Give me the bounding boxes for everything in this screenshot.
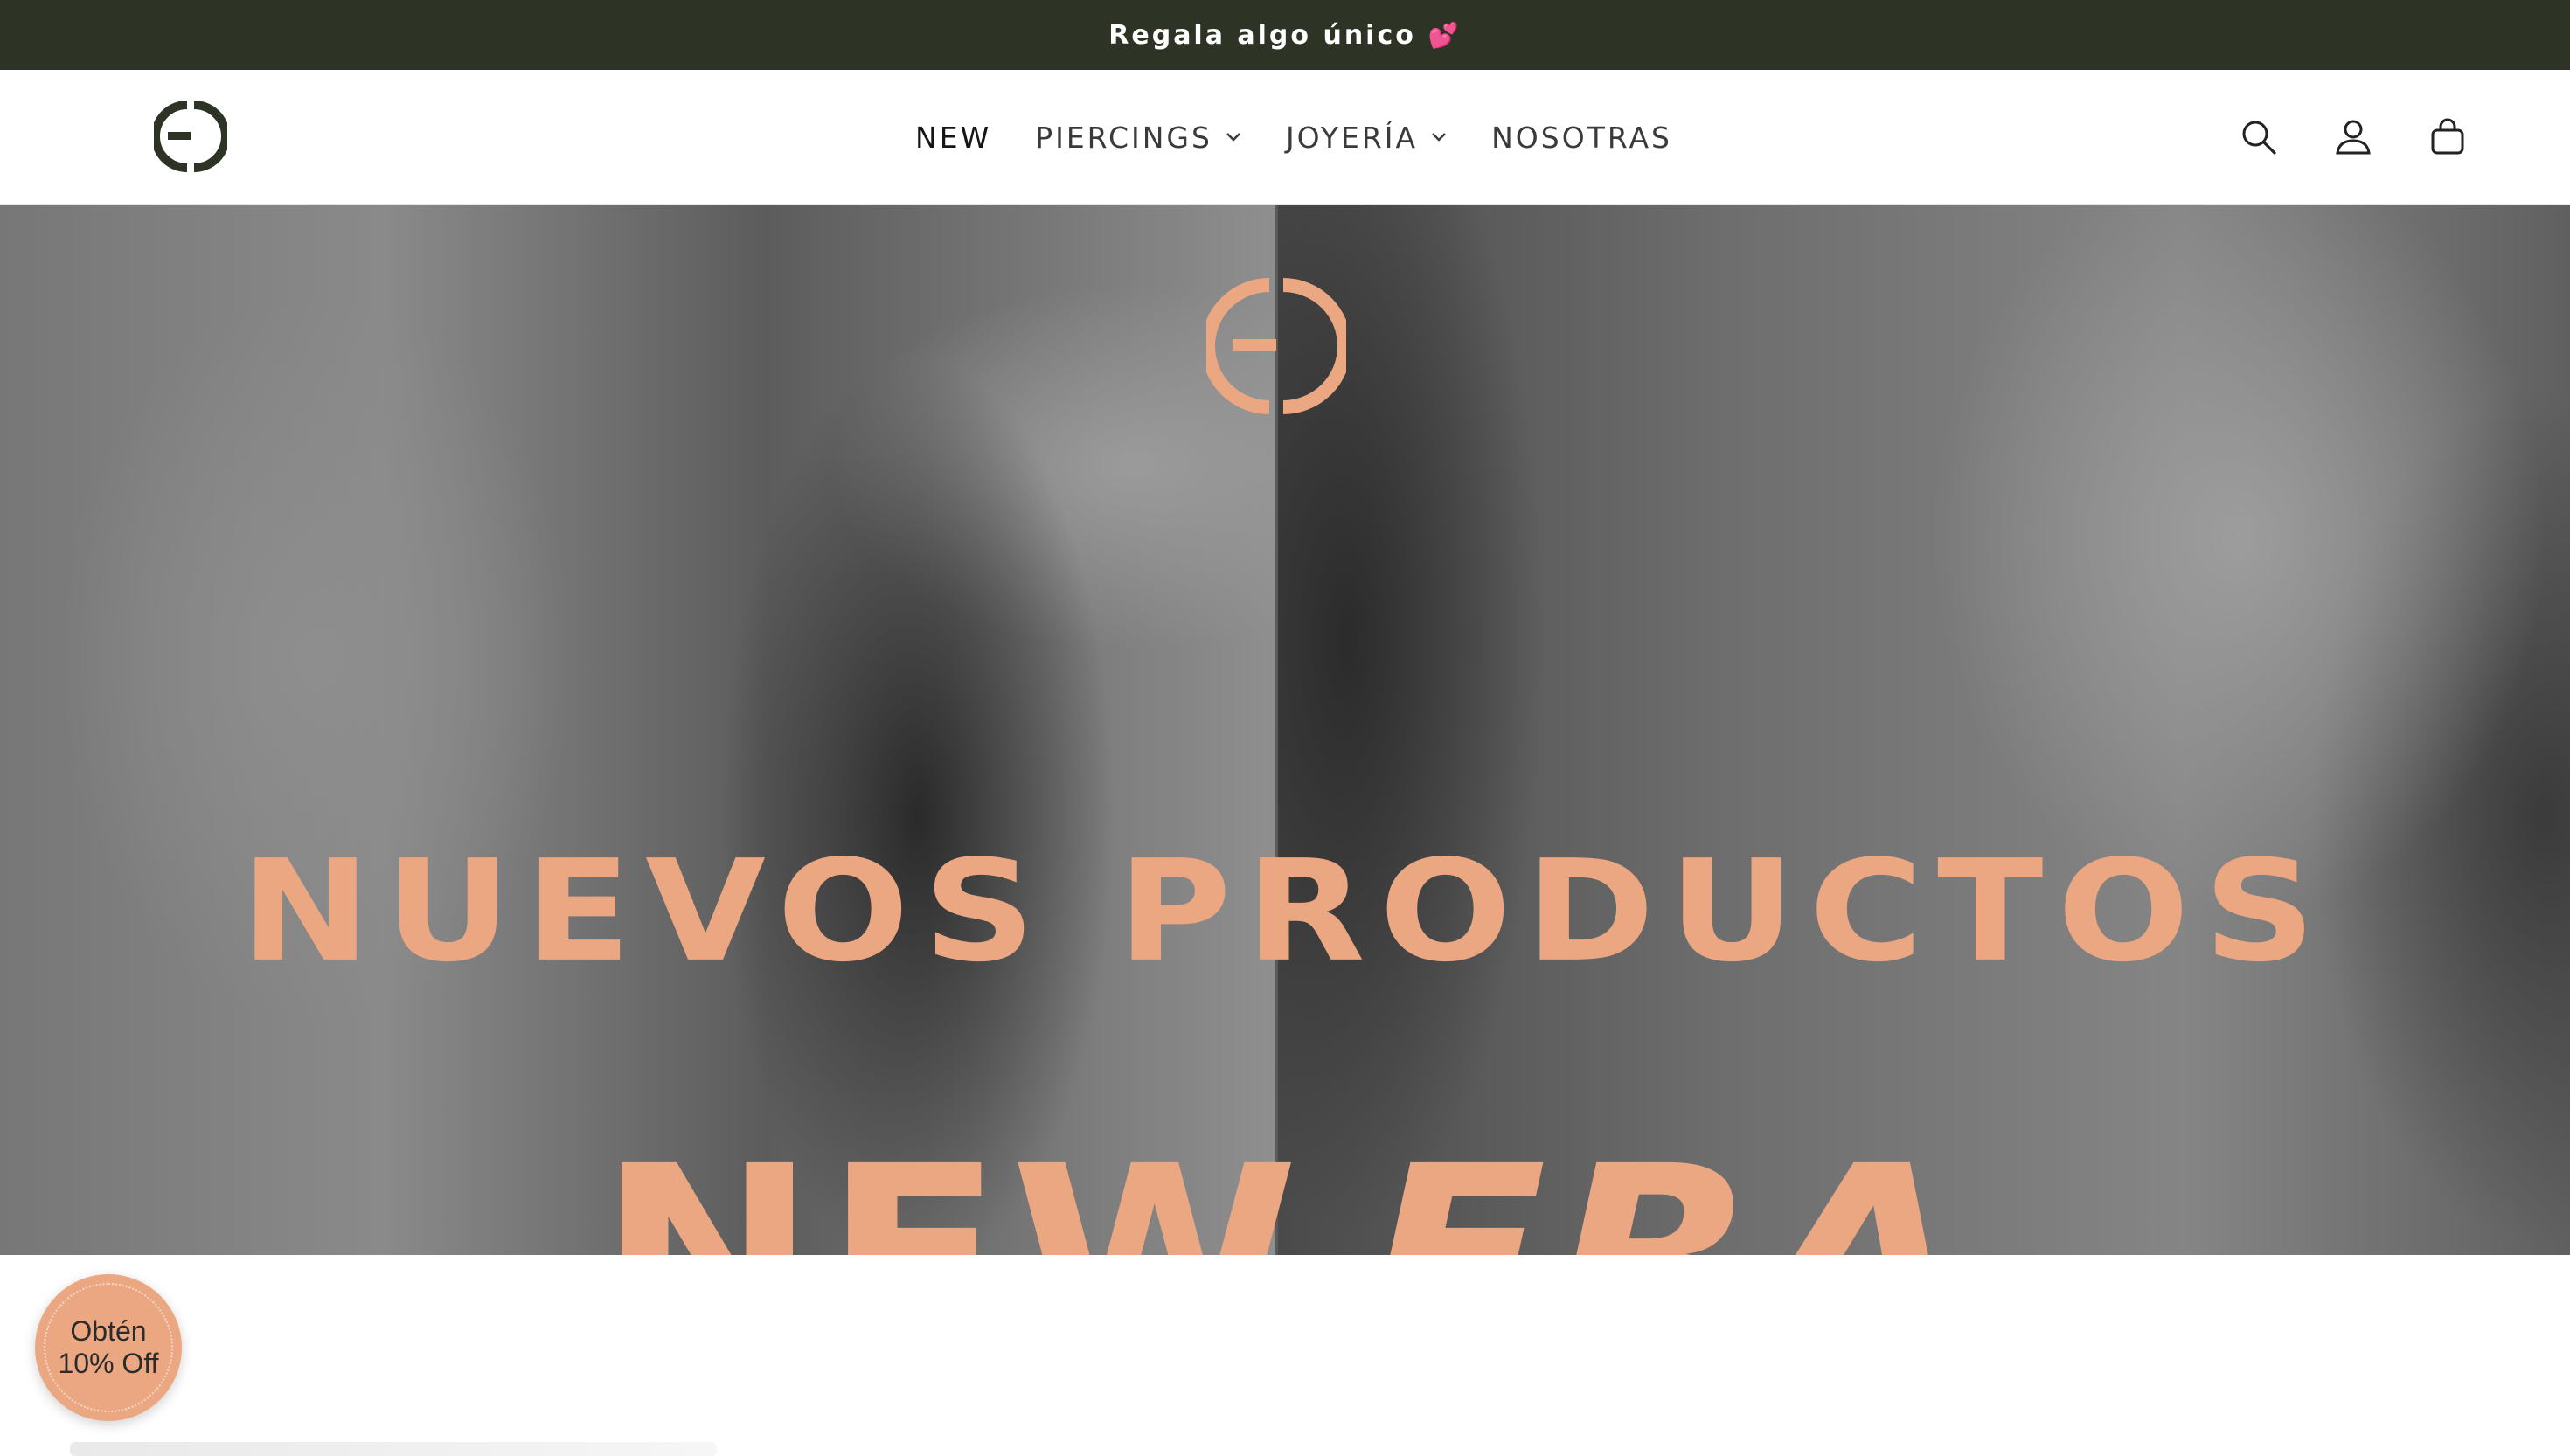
- hero-banner[interactable]: NUEVOS PRODUCTOS NEW ERA: [0, 205, 2570, 1255]
- hero-photo-right: [1277, 205, 2570, 1255]
- nav-item-label: NEW: [915, 120, 992, 155]
- heart-emoji: 💕: [1427, 20, 1462, 50]
- announcement-bar: Regala algo único 💕: [0, 0, 2570, 70]
- nav-item-piercings[interactable]: PIERCINGS: [1035, 121, 1242, 155]
- badge-line-1: Obtén: [70, 1315, 147, 1348]
- main-nav: NEW PIERCINGS JOYERÍA NOSOTRAS: [0, 70, 2570, 205]
- site-header: NEW PIERCINGS JOYERÍA NOSOTRAS: [0, 70, 2570, 205]
- brand-logo-icon[interactable]: [151, 100, 230, 173]
- badge-line-2: 10% Off: [58, 1348, 159, 1379]
- discount-badge[interactable]: Obtén 10% Off: [35, 1274, 182, 1421]
- hero-subtitle-regular: NEW: [597, 1115, 1307, 1255]
- announcement-text: Regala algo único: [1108, 19, 1416, 51]
- cart-icon[interactable]: [2421, 111, 2474, 163]
- nav-item-new[interactable]: NEW: [915, 121, 991, 155]
- nav-item-label: JOYERÍA: [1285, 120, 1419, 155]
- hero-brand-logo-icon: [1201, 276, 1351, 416]
- hero-photo-left: [0, 205, 1277, 1255]
- section-heading-partial: [70, 1442, 717, 1456]
- hero-subtitle-italic: ERA: [1367, 1115, 1973, 1255]
- header-actions: [2233, 111, 2474, 163]
- nav-item-joyeria[interactable]: JOYERÍA: [1286, 121, 1448, 155]
- chevron-down-icon: [1432, 133, 1446, 142]
- nav-item-label: PIERCINGS: [1035, 120, 1212, 155]
- nav-item-nosotras[interactable]: NOSOTRAS: [1491, 121, 1672, 155]
- hero-subtitle: NEW ERA: [0, 1135, 2570, 1255]
- hero-title: NUEVOS PRODUCTOS: [240, 829, 2330, 993]
- nav-item-label: NOSOTRAS: [1491, 120, 1672, 155]
- chevron-down-icon: [1226, 133, 1240, 142]
- search-icon[interactable]: [2233, 111, 2285, 163]
- account-icon[interactable]: [2327, 111, 2379, 163]
